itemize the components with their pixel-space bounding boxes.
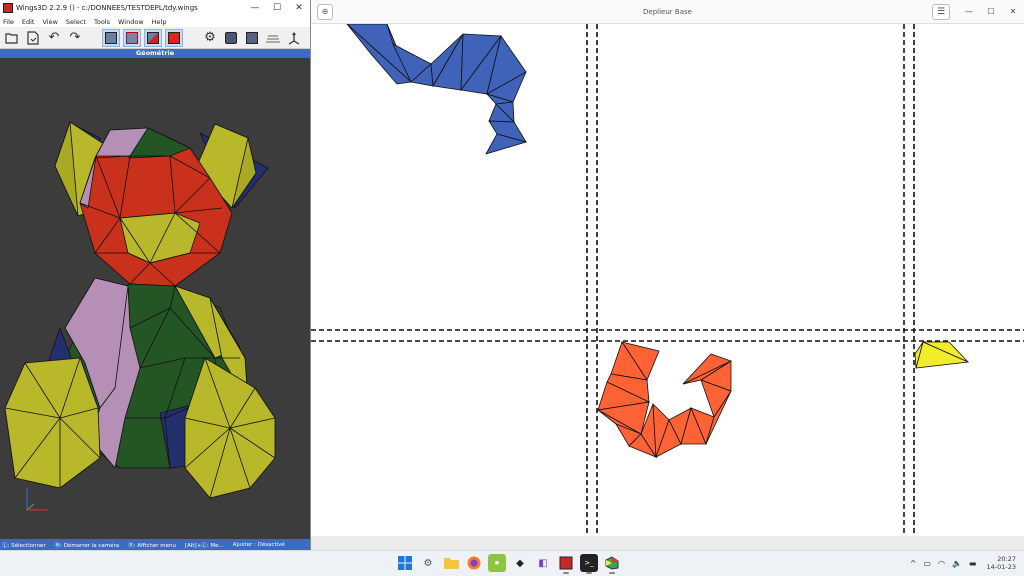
wings3d-window: Wings3D 2.2.9 () - c:/DONNEES/TESTDEPL/t… — [0, 0, 311, 550]
tray-overflow-icon[interactable]: ^ — [910, 559, 917, 568]
wings-minimize-button[interactable]: — — [244, 3, 266, 13]
face-select-mode-icon[interactable] — [144, 28, 162, 47]
desktop: Wings3D 2.2.9 () - c:/DONNEES/TESTDEPL/t… — [0, 0, 1024, 576]
volume-icon[interactable]: 🔈 — [952, 559, 962, 568]
geometry-title-bar: Géométrie — [0, 49, 310, 58]
unfolded-piece-orange[interactable] — [596, 341, 733, 459]
deplieur-minimize-button[interactable]: — — [958, 7, 980, 16]
wings-app-icon — [3, 3, 13, 13]
deplieur-window: ⊕ Deplieur Base ☰ — ☐ ✕ — [311, 0, 1024, 550]
wings-maximize-button[interactable]: ☐ — [266, 3, 288, 13]
deplieur-close-button[interactable]: ✕ — [1002, 7, 1024, 16]
inkscape-icon[interactable]: ◆ — [511, 554, 529, 572]
clock[interactable]: 20:27 14-01-23 — [986, 555, 1016, 571]
menu-view[interactable]: View — [42, 18, 57, 26]
terminal-icon[interactable]: >_ — [580, 554, 598, 574]
vertex-select-mode-icon[interactable] — [102, 28, 120, 47]
gear-icon[interactable]: ⚙ — [201, 29, 219, 47]
clock-time: 20:27 — [997, 555, 1016, 563]
wifi-icon[interactable]: ◠ — [938, 559, 945, 568]
settings-icon[interactable]: ⚙ — [419, 554, 437, 572]
status-adjust: Ajuster : Désactivé — [232, 541, 285, 548]
wings-statusbar: Ⓛ: Sélectionner Ⓜ: Démarrer la caméra Ⓡ:… — [0, 539, 310, 550]
taskbar-apps: ⚙ ◼ ◆ ◧ >_ — [396, 554, 626, 574]
taskbar: ⚙ ◼ ◆ ◧ >_ ^ ▭ ◠ 🔈 ▬ 20:27 14-01-23 — [0, 550, 1024, 576]
system-tray: ^ ▭ ◠ 🔈 ▬ 20:27 14-01-23 — [903, 555, 1016, 571]
deplieur-title: Deplieur Base — [643, 7, 692, 16]
3d-viewport[interactable] — [0, 58, 310, 539]
file-explorer-icon[interactable] — [442, 554, 460, 572]
clock-date: 14-01-23 — [986, 563, 1016, 571]
deplieur-app-icon[interactable]: ⊕ — [317, 3, 333, 20]
visual-studio-icon[interactable]: ◧ — [534, 554, 552, 572]
wings-title: Wings3D 2.2.9 () - c:/DONNEES/TESTDEPL/t… — [16, 4, 198, 12]
save-file-icon[interactable] — [24, 29, 42, 47]
battery-icon[interactable]: ▬ — [969, 559, 977, 568]
redo-icon[interactable]: ↷ — [66, 29, 84, 47]
ground-grid-icon[interactable] — [264, 29, 282, 47]
windows-start-icon[interactable] — [396, 554, 414, 572]
smooth-shading-icon[interactable] — [222, 29, 240, 47]
wings-titlebar[interactable]: Wings3D 2.2.9 () - c:/DONNEES/TESTDEPL/t… — [0, 0, 310, 16]
deplieur-taskbar-icon[interactable] — [603, 554, 621, 574]
menu-tools[interactable]: Tools — [94, 18, 110, 26]
wings-toolbar: ↶ ↷ ⚙ — [0, 27, 310, 49]
deplieur-window-controls: ☰ — ☐ ✕ — [932, 3, 1024, 20]
axis-gizmo — [26, 488, 48, 511]
menu-help[interactable]: Help — [152, 18, 167, 26]
deplieur-maximize-button[interactable]: ☐ — [980, 7, 1002, 16]
status-alt: [Alt]+Ⓛ: Me... — [184, 542, 224, 549]
open-file-icon[interactable] — [3, 29, 21, 47]
deplieur-titlebar[interactable]: ⊕ Deplieur Base ☰ — ☐ ✕ — [311, 0, 1024, 24]
hamburger-menu-icon[interactable]: ☰ — [932, 3, 950, 20]
wings-close-button[interactable]: ✕ — [288, 3, 310, 13]
menu-file[interactable]: File — [3, 18, 14, 26]
body-select-mode-icon[interactable] — [165, 28, 183, 47]
unfolded-piece-yellow[interactable] — [914, 341, 970, 369]
wings3d-taskbar-icon[interactable] — [557, 554, 575, 574]
menu-select[interactable]: Select — [66, 18, 86, 26]
flat-shading-icon[interactable] — [243, 29, 261, 47]
office-icon[interactable]: ◼ — [488, 554, 506, 572]
menu-window[interactable]: Window — [118, 18, 144, 26]
teddy-bear-model — [4, 121, 276, 511]
undo-icon[interactable]: ↶ — [45, 29, 63, 47]
page-boundaries — [311, 24, 1024, 536]
unfolded-piece-blue[interactable] — [346, 24, 528, 155]
axes-icon[interactable] — [285, 29, 303, 47]
menu-edit[interactable]: Edit — [22, 18, 35, 26]
wings-menubar: File Edit View Select Tools Window Help — [0, 16, 310, 27]
deplieur-bottom-strip — [311, 536, 1024, 550]
status-menu: Ⓡ: Afficher menu — [128, 542, 176, 549]
status-camera: Ⓜ: Démarrer la caméra — [54, 542, 120, 549]
firefox-icon[interactable] — [465, 554, 483, 572]
network-icon[interactable]: ▭ — [923, 559, 931, 568]
unfold-canvas[interactable] — [311, 24, 1024, 536]
edge-select-mode-icon[interactable] — [123, 28, 141, 47]
status-select: Ⓛ: Sélectionner — [2, 542, 46, 549]
